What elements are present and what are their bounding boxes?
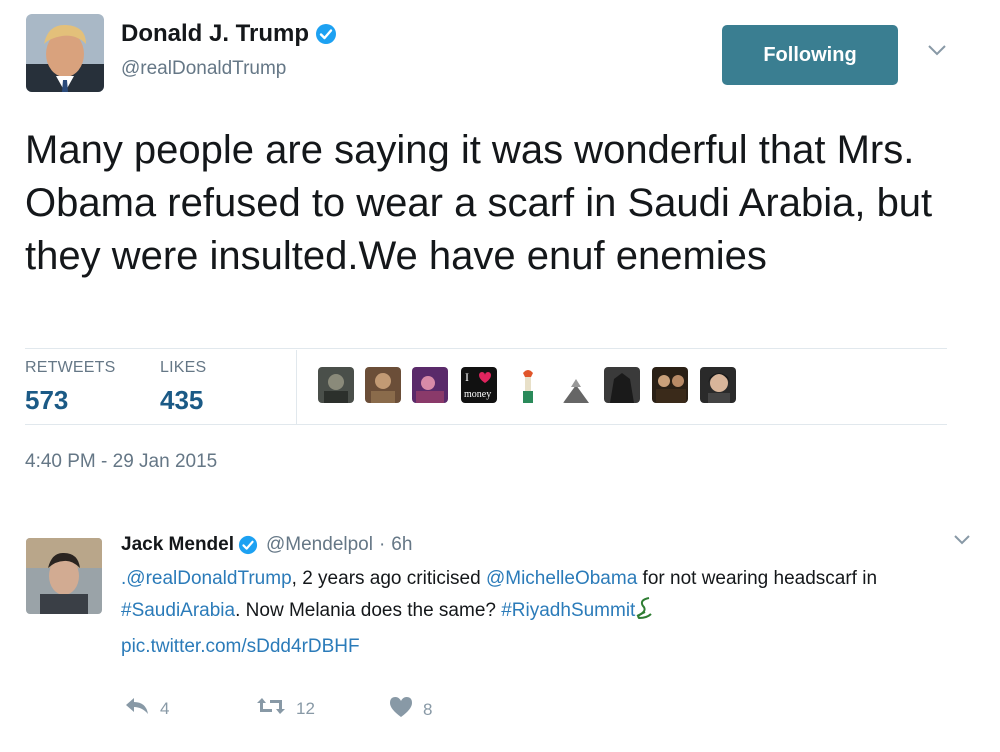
reply-icon bbox=[124, 696, 150, 721]
mention-link[interactable]: .@realDonaldTrump bbox=[121, 568, 292, 589]
author-handle[interactable]: @realDonaldTrump bbox=[121, 58, 286, 80]
reply-text-part: , 2 years ago criticised bbox=[291, 568, 486, 589]
retweet-count: 12 bbox=[296, 698, 315, 718]
tweet-text: Many people are saying it was wonderful … bbox=[25, 128, 933, 278]
likes-count[interactable]: 435 bbox=[160, 385, 203, 416]
mention-link[interactable]: @MichelleObama bbox=[486, 568, 637, 589]
reply-author-handle[interactable]: @Mendelpol bbox=[266, 534, 373, 556]
reply-header: Jack Mendel @Mendelpol · 6h bbox=[121, 534, 412, 556]
verified-badge-icon bbox=[238, 535, 258, 555]
media-link[interactable]: pic.twitter.com/sDdd4rDBHF bbox=[121, 636, 360, 657]
likes-label: LIKES bbox=[160, 359, 207, 376]
author-name[interactable]: Donald J. Trump bbox=[121, 20, 309, 48]
liker-avatar[interactable] bbox=[604, 367, 640, 403]
reply-separator: · bbox=[378, 534, 386, 555]
liker-avatar[interactable] bbox=[652, 367, 688, 403]
chevron-down-icon[interactable] bbox=[952, 533, 972, 547]
emoji-sword-icon bbox=[635, 596, 657, 631]
liker-badge-i: I bbox=[465, 370, 469, 384]
hashtag-link[interactable]: #SaudiArabia bbox=[121, 600, 235, 621]
divider bbox=[296, 350, 297, 424]
retweets-count[interactable]: 573 bbox=[25, 385, 68, 416]
liker-avatar[interactable] bbox=[365, 367, 401, 403]
divider bbox=[25, 348, 947, 349]
author-avatar[interactable] bbox=[26, 14, 104, 92]
reply-text-part: for not wearing headscarf in bbox=[637, 568, 878, 589]
liker-avatar[interactable] bbox=[700, 367, 736, 403]
liker-avatar[interactable] bbox=[561, 367, 597, 403]
following-button[interactable]: Following bbox=[722, 25, 898, 85]
tweet-timestamp[interactable]: 4:40 PM - 29 Jan 2015 bbox=[25, 451, 217, 473]
reply-time[interactable]: 6h bbox=[391, 534, 412, 556]
liker-avatar[interactable] bbox=[516, 367, 552, 403]
retweet-icon bbox=[256, 696, 286, 721]
retweets-label: RETWEETS bbox=[25, 359, 116, 376]
like-count: 8 bbox=[423, 699, 433, 719]
reply-count: 4 bbox=[160, 698, 170, 718]
hashtag-link[interactable]: #RiyadhSummit bbox=[501, 600, 635, 621]
divider bbox=[25, 424, 947, 425]
like-action[interactable]: 8 bbox=[389, 696, 432, 723]
reply-text-part: . Now Melania does the same? bbox=[235, 600, 502, 621]
reply-action[interactable]: 4 bbox=[124, 696, 169, 721]
reply-text: .@realDonaldTrump, 2 years ago criticise… bbox=[121, 563, 941, 663]
heart-icon bbox=[389, 696, 413, 723]
author-name-row[interactable]: Donald J. Trump bbox=[121, 20, 337, 48]
reply-author-avatar[interactable] bbox=[26, 538, 102, 614]
reply-author-name[interactable]: Jack Mendel bbox=[121, 534, 234, 556]
retweet-action[interactable]: 12 bbox=[256, 696, 315, 721]
liker-avatar[interactable] bbox=[318, 367, 354, 403]
liker-badge-money: money bbox=[464, 389, 491, 400]
liker-avatar[interactable] bbox=[412, 367, 448, 403]
verified-badge-icon bbox=[315, 23, 337, 45]
chevron-down-icon[interactable] bbox=[926, 42, 948, 58]
liker-avatar[interactable]: I money bbox=[461, 367, 497, 403]
